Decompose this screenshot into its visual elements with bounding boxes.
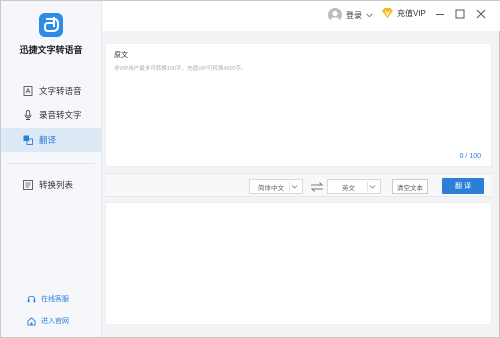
vip-diamond-icon (381, 7, 394, 19)
source-text-area[interactable]: 原文 非VIP用户最多可转换100字，充值VIP可转换4000字。 0 / 10… (105, 43, 492, 167)
sidebar-item-label: 文字转语音 (39, 86, 82, 96)
avatar (328, 8, 342, 22)
chevron-down-icon (369, 183, 376, 192)
source-label: 原文 (114, 52, 128, 59)
website-label: 进入官网 (41, 318, 69, 325)
sidebar-item-label: 翻译 (39, 135, 57, 145)
microphone-icon (23, 110, 33, 120)
app-title: 迅捷文字转语音 (19, 45, 83, 55)
login-label: 登录 (346, 10, 362, 20)
customer-service-link[interactable]: 在线客服 (27, 294, 69, 304)
translate-toolbar: 简体中文 英文 清空文本 翻 译 (105, 173, 492, 197)
login-area[interactable]: 登录 (328, 7, 373, 23)
sidebar-item-convert-list[interactable]: 转换列表 (1, 173, 101, 197)
sidebar: 迅捷文字转语音 文字转语音 录音转文字 翻译 转换列表 在线客服 进入官网 (1, 1, 102, 337)
app-window: 迅捷文字转语音 文字转语音 录音转文字 翻译 转换列表 在线客服 进入官网 登录… (0, 0, 500, 338)
swap-languages-button[interactable] (310, 180, 324, 192)
chevron-down-icon (366, 12, 373, 18)
source-placeholder: 非VIP用户最多可转换100字，充值VIP可转换4000字。 (114, 66, 247, 72)
text-to-speech-icon (23, 86, 33, 96)
website-icon (27, 316, 36, 326)
target-language-value: 英文 (342, 184, 355, 192)
translate-button[interactable]: 翻 译 (442, 178, 484, 194)
translation-result-area[interactable] (105, 202, 492, 325)
minimize-icon (436, 14, 444, 15)
sidebar-item-speech-to-text[interactable]: 录音转文字 (1, 103, 101, 127)
clear-text-button[interactable]: 清空文本 (392, 179, 428, 194)
maximize-icon (455, 9, 465, 19)
title-bar: 登录 充值VIP (102, 1, 500, 31)
vip-recharge-button[interactable]: 充值VIP (381, 7, 426, 19)
customer-service-icon (27, 295, 36, 304)
translate-icon (23, 135, 33, 145)
swap-icon (310, 182, 324, 192)
chevron-down-icon (291, 183, 298, 192)
sidebar-item-label: 转换列表 (39, 180, 74, 190)
customer-service-label: 在线客服 (41, 296, 69, 303)
maximize-button[interactable] (454, 8, 466, 20)
target-language-select[interactable]: 英文 (327, 179, 381, 194)
sidebar-item-text-to-speech[interactable]: 文字转语音 (1, 79, 101, 103)
sidebar-item-label: 录音转文字 (39, 110, 82, 120)
close-icon (476, 9, 486, 19)
sidebar-divider (7, 163, 95, 164)
source-language-select[interactable]: 简体中文 (249, 179, 303, 194)
website-link[interactable]: 进入官网 (27, 316, 69, 326)
app-logo-icon (39, 13, 63, 37)
sidebar-item-translate[interactable]: 翻译 (1, 128, 101, 152)
vip-label: 充值VIP (397, 8, 426, 18)
close-button[interactable] (475, 8, 487, 20)
source-language-value: 简体中文 (258, 184, 284, 192)
minimize-button[interactable] (434, 8, 446, 20)
convert-list-icon (23, 180, 33, 190)
char-counter: 0 / 100 (459, 153, 481, 160)
